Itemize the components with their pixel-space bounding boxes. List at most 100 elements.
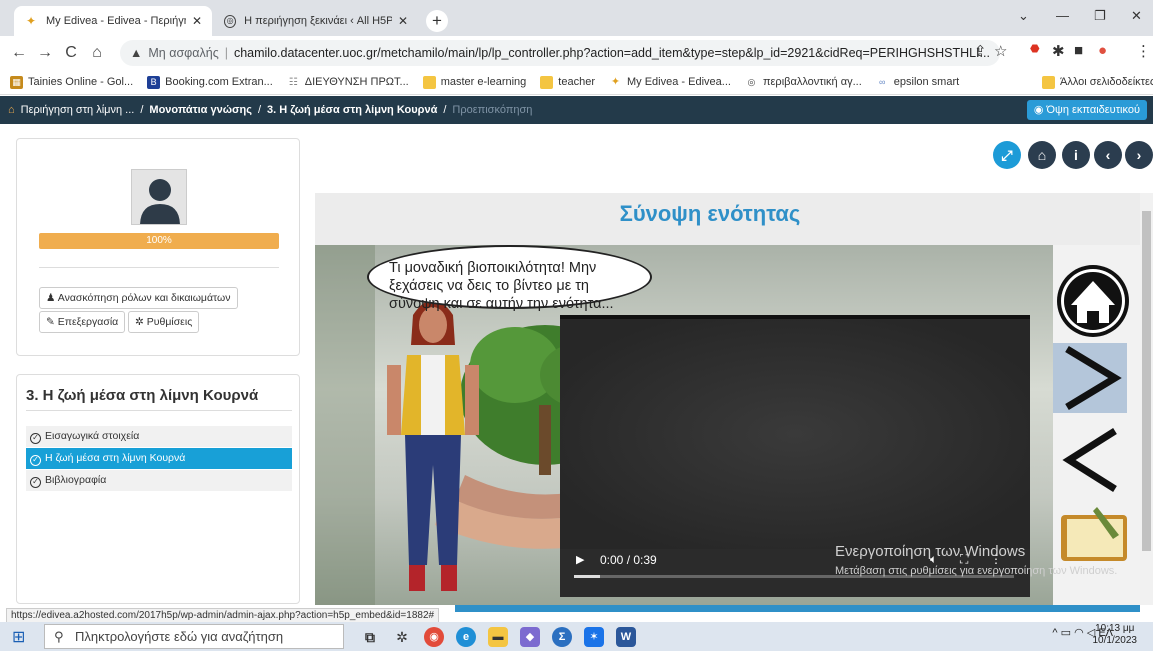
bookmark-item[interactable]: ✦ My Edivea - Edivea... xyxy=(609,76,731,89)
extensions-icon[interactable]: ✱ xyxy=(1052,42,1065,60)
lp-item[interactable]: ✓ Εισαγωγικά στοιχεία xyxy=(26,426,292,447)
edivea-favicon-icon: ✦ xyxy=(610,75,621,88)
page-scrollbar[interactable] xyxy=(1140,193,1153,605)
bookmark-item[interactable]: B Booking.com Extran... xyxy=(147,75,273,89)
bookmark-item[interactable]: ▦ Tainies Online - Gol... xyxy=(10,75,133,89)
wifi-icon[interactable]: ◠ xyxy=(1074,627,1084,639)
bookmark-item[interactable]: ◎ περιβαλλοντική αγ... xyxy=(745,76,862,89)
forward-button[interactable]: → xyxy=(32,44,58,62)
search-icon: ⚲ xyxy=(54,629,64,644)
slide-home-button[interactable] xyxy=(1057,265,1129,337)
chevron-left-icon: ‹ xyxy=(1105,147,1111,163)
bookmark-item[interactable]: master e-learning xyxy=(422,75,526,89)
bookmark-favicon-icon: ▦ xyxy=(10,75,23,89)
new-tab-button[interactable]: + xyxy=(426,10,448,32)
close-window-button[interactable]: ✕ xyxy=(1131,8,1142,24)
avatar xyxy=(131,169,187,225)
file-explorer-icon[interactable]: ▬ xyxy=(488,627,508,647)
bookmark-favicon-icon: ☷ xyxy=(288,76,298,88)
taskbar-clock[interactable]: 10:13 μμ 10/1/2023 xyxy=(1093,623,1138,647)
network-icon[interactable]: ▭ xyxy=(1061,627,1071,639)
folder-icon xyxy=(540,75,554,89)
warning-icon: ▲ xyxy=(130,46,143,60)
bookmark-item[interactable]: ∞ epsilon smart xyxy=(876,76,959,89)
profile-avatar[interactable]: ● xyxy=(1098,42,1107,59)
app-taskbar-icon[interactable]: ✶ xyxy=(584,627,604,647)
chrome-taskbar-icon[interactable]: ◉ xyxy=(424,627,444,647)
share-icon[interactable]: ⇪ xyxy=(974,42,987,60)
breadcrumb-current: Προεπισκόπηση xyxy=(452,104,533,116)
tab-h5p[interactable]: ◎ Η περιήγηση ξεκινάει ‹ All H5P C ✕ xyxy=(214,6,418,36)
slide-nav-pane xyxy=(1053,245,1140,605)
app-taskbar-icon[interactable]: Σ xyxy=(552,627,572,647)
breadcrumb-item[interactable]: 3. Η ζωή μέσα στη λίμνη Κουρνά xyxy=(267,104,437,116)
chevron-right-icon: › xyxy=(1136,147,1142,163)
learning-path-title: 3. Η ζωή μέσα στη λίμνη Κουρνά xyxy=(26,387,259,404)
adblock-icon[interactable]: ⬣ xyxy=(1030,42,1040,55)
back-button[interactable]: ← xyxy=(6,44,32,62)
chrome-menu-icon[interactable]: ⋮ xyxy=(1136,42,1151,60)
bookmark-item[interactable]: ☷ ΔΙΕΥΘΥΝΣΗ ΠΡΩΤ... xyxy=(287,76,409,89)
previous-button[interactable]: ‹ xyxy=(1094,141,1122,169)
expand-icon: ⤢ xyxy=(1001,147,1013,163)
check-circle-icon: ✓ xyxy=(30,477,41,488)
next-button[interactable]: › xyxy=(1125,141,1153,169)
app-taskbar-icon[interactable]: ◆ xyxy=(520,627,540,647)
restore-button[interactable]: ❐ xyxy=(1094,8,1106,24)
address-bar[interactable]: ▲ Μη ασφαλής | chamilo.datacenter.uoc.gr… xyxy=(120,40,1000,66)
windows-activation-watermark: Ενεργοποίηση των Windows xyxy=(835,543,1026,560)
user-icon: ♟ xyxy=(46,292,56,304)
learning-path-panel: 3. Η ζωή μέσα στη λίμνη Κουρνά ✓ Εισαγωγι… xyxy=(16,374,300,604)
lp-item-active[interactable]: ✓ Η ζωή μέσα στη λίμνη Κουρνά xyxy=(26,448,292,469)
play-icon[interactable]: ▶ xyxy=(576,553,584,566)
epsilon-favicon-icon: ∞ xyxy=(879,76,886,87)
content-title: Σύνοψη ενότητας xyxy=(619,201,801,226)
lp-home-button[interactable]: ⌂ xyxy=(1028,141,1056,169)
url-text: chamilo.datacenter.uoc.gr/metchamilo/mai… xyxy=(233,46,990,60)
speech-bubble: Τι μοναδική βιοποικιλότητα! Μην ξεχάσεις… xyxy=(367,245,652,312)
word-taskbar-icon[interactable]: W xyxy=(616,627,636,647)
edge-taskbar-icon[interactable]: e xyxy=(456,627,476,647)
info-button[interactable]: i xyxy=(1062,141,1090,169)
notebook-icon xyxy=(1061,507,1127,561)
tab-search-icon[interactable]: ⌄ xyxy=(1018,8,1029,24)
teacher-view-button[interactable]: ◉ Όψη εκπαιδευτικού xyxy=(1026,100,1147,120)
info-icon: i xyxy=(1074,147,1078,163)
roles-review-button[interactable]: ♟ Ανασκόπηση ρόλων και δικαιωμάτων xyxy=(39,287,238,309)
eye-icon: ◉ xyxy=(1033,104,1044,116)
other-bookmarks[interactable]: Άλλοι σελιδοδείκτες xyxy=(1042,75,1153,89)
settings-button[interactable]: ✲ Ρυθμίσεις xyxy=(128,311,200,333)
windows-activation-subtext: Μετάβαση στις ρυθμίσεις για ενεργοποίηση… xyxy=(835,565,1118,577)
lms-breadcrumb-bar: ⌂ Περιήγηση στη λίμνη ... / Μονοπάτια γν… xyxy=(0,96,1153,124)
video-frame xyxy=(560,319,1030,549)
edit-button[interactable]: ✎ Επεξεργασία xyxy=(39,311,126,333)
folder-icon xyxy=(1042,75,1055,89)
expand-button[interactable]: ⤢ xyxy=(993,141,1021,169)
slide-next-button[interactable] xyxy=(1054,343,1128,413)
gear-icon: ✲ xyxy=(135,316,144,328)
close-tab-icon[interactable]: ✕ xyxy=(192,14,202,28)
lp-item[interactable]: ✓ Βιβλιογραφία xyxy=(26,470,292,491)
bottom-accent-bar xyxy=(455,605,1140,612)
booking-favicon-icon: B xyxy=(147,75,161,89)
sidepanel-icon[interactable]: ■ xyxy=(1074,42,1083,59)
chevron-up-icon[interactable]: ^ xyxy=(1052,627,1057,639)
minimize-button[interactable]: — xyxy=(1056,8,1069,23)
user-panel: 100% ♟ Ανασκόπηση ρόλων και δικαιωμάτων … xyxy=(16,138,300,356)
bookmark-star-icon[interactable]: ☆ xyxy=(994,42,1007,60)
breadcrumb-item[interactable]: Περιήγηση στη λίμνη ... xyxy=(21,104,135,116)
home-button[interactable]: ⌂ xyxy=(84,44,110,62)
check-circle-icon: ✓ xyxy=(30,433,41,444)
windows-start-icon[interactable]: ⊞ xyxy=(12,627,25,647)
close-tab-icon[interactable]: ✕ xyxy=(398,14,408,28)
breadcrumb-item[interactable]: Μονοπάτια γνώσης xyxy=(149,104,252,116)
home-icon: ⌂ xyxy=(8,104,15,116)
reload-button[interactable]: C xyxy=(58,44,84,62)
settings-gear-icon[interactable]: ✲ xyxy=(392,627,412,647)
bookmark-item[interactable]: teacher xyxy=(540,75,595,89)
taskbar-search-input[interactable]: ⚲ Πληκτρολογήστε εδώ για αναζήτηση xyxy=(44,624,344,649)
task-view-icon[interactable]: ⧉ xyxy=(360,627,380,647)
slide-prev-button[interactable] xyxy=(1057,431,1123,495)
home-icon: ⌂ xyxy=(1037,147,1047,163)
tab-my-edivea[interactable]: ✦ My Edivea - Edivea - Περιήγηση ✕ xyxy=(14,6,212,36)
